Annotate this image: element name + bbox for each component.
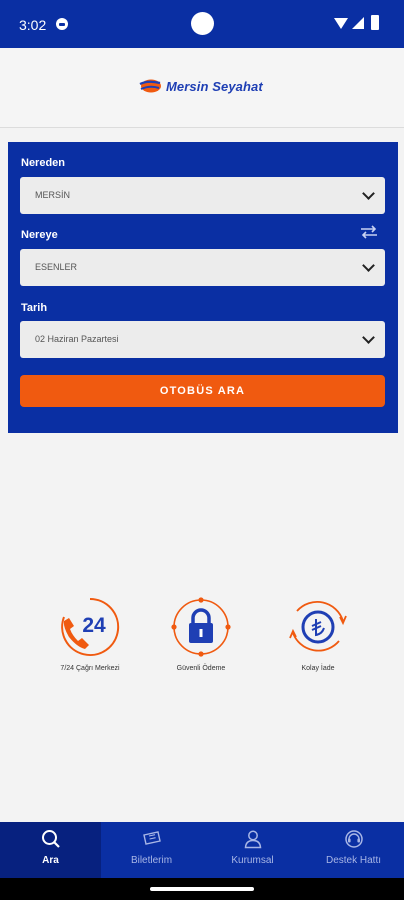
nav-label: Ara: [42, 855, 59, 866]
feature-label: Güvenli Ödeme: [176, 665, 226, 672]
nav-label: Destek Hattı: [325, 855, 382, 866]
feature-easy-refund: Kolay İade: [258, 597, 378, 672]
logo-mark-icon: [139, 79, 161, 93]
nav-item-search[interactable]: Ara: [0, 822, 101, 878]
search-icon: [41, 830, 60, 848]
home-gesture-handle[interactable]: [150, 887, 254, 891]
to-select[interactable]: ESENLER: [20, 249, 385, 286]
date-value: 02 Haziran Pazartesi: [35, 334, 119, 344]
lira-refund-icon: [289, 601, 347, 652]
feature-label: 7/24 Çağrı Merkezi: [60, 665, 120, 672]
battery-icon: [371, 15, 379, 30]
feature-call-center: 24 7/24 Çağrı Merkezi: [30, 597, 150, 672]
from-select[interactable]: MERSİN: [20, 177, 385, 214]
camera-cutout: [191, 12, 214, 35]
date-select[interactable]: 02 Haziran Pazartesi: [20, 321, 385, 358]
nav-item-tickets[interactable]: Biletlerim: [101, 822, 202, 878]
chevron-down-icon: [362, 187, 375, 200]
padlock-icon: [171, 597, 231, 657]
brand-logo: Mersin Seyahat: [138, 78, 263, 94]
chevron-down-icon: [362, 331, 375, 344]
search-panel: Nereden MERSİN Nereye ESENLER Tarih 02 H…: [8, 142, 398, 433]
nav-item-support[interactable]: Destek Hattı: [303, 822, 404, 878]
bottom-navigation: Ara Biletlerim Kurumsal Destek Hattı: [0, 822, 404, 878]
status-bar: 3:02: [0, 0, 404, 48]
from-value: MERSİN: [35, 190, 71, 200]
app-header: Mersin Seyahat: [0, 48, 404, 128]
to-label: Nereye: [21, 229, 58, 241]
signal-icon: [352, 17, 364, 29]
date-label: Tarih: [21, 302, 48, 314]
swap-direction-icon[interactable]: [360, 225, 378, 239]
feature-label: Kolay İade: [301, 665, 335, 672]
nav-label: Biletlerim: [130, 855, 173, 866]
chevron-down-icon: [362, 259, 375, 272]
nav-label: Kurumsal: [231, 855, 274, 866]
feature-secure-payment: Güvenli Ödeme: [141, 597, 261, 672]
svg-text:24: 24: [82, 614, 106, 637]
phone-24-icon: 24: [61, 597, 120, 656]
to-value: ESENLER: [35, 262, 78, 272]
from-label: Nereden: [21, 157, 66, 169]
gesture-bar: [0, 878, 404, 900]
bus-search-button[interactable]: OTOBÜS ARA: [20, 375, 385, 407]
nav-item-corporate[interactable]: Kurumsal: [202, 822, 303, 878]
status-time: 3:02: [19, 17, 47, 33]
notification-icon: [56, 18, 68, 30]
user-icon: [244, 830, 261, 849]
support-icon: [344, 830, 363, 848]
logo-text: Mersin Seyahat: [166, 78, 263, 94]
ticket-icon: [142, 831, 161, 845]
wifi-icon: [334, 18, 348, 29]
